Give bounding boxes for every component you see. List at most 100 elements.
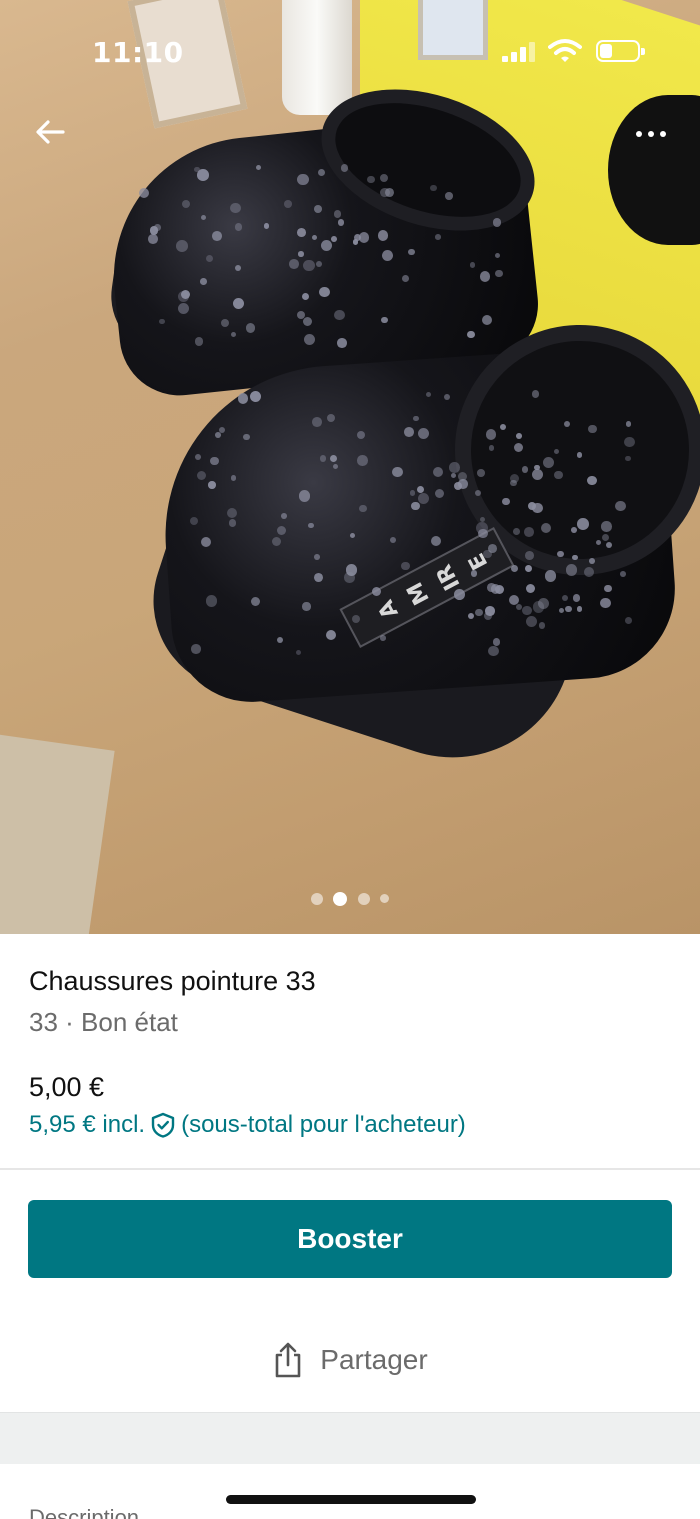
sequin	[620, 571, 626, 577]
sequin	[476, 521, 489, 534]
sequin	[316, 260, 323, 267]
sequin	[553, 448, 560, 454]
sequin	[425, 392, 431, 398]
sequin	[488, 645, 499, 657]
sequin	[297, 227, 306, 237]
gallery-dot	[380, 894, 390, 904]
booster-button[interactable]: Booster	[28, 1200, 672, 1278]
sequin	[538, 622, 546, 629]
sequin	[319, 455, 327, 462]
cellular-signal-icon	[502, 42, 536, 62]
sequin	[572, 554, 578, 561]
sequin	[194, 337, 203, 346]
sequin	[139, 187, 150, 198]
sequin	[479, 271, 491, 282]
sequin	[515, 433, 522, 440]
sequin	[625, 421, 632, 427]
sequin	[314, 572, 324, 582]
sequin	[289, 259, 299, 269]
sequin	[494, 252, 500, 258]
gallery-dot	[310, 892, 323, 905]
sequin	[601, 521, 612, 532]
product-photo[interactable]: AMIRE	[0, 0, 700, 934]
sequin	[246, 323, 256, 333]
sequin	[434, 234, 441, 240]
wifi-icon	[548, 38, 582, 64]
sequin	[194, 453, 201, 460]
sequin	[418, 493, 429, 504]
sequin	[521, 465, 529, 473]
battery-icon	[596, 40, 645, 62]
sequin	[401, 561, 410, 571]
sequin	[177, 302, 189, 315]
listing-price: 5,00 €	[29, 1072, 105, 1102]
sequin	[250, 390, 262, 402]
sequin	[434, 488, 444, 498]
sequin	[205, 594, 218, 607]
sequin	[430, 184, 437, 191]
sequin	[333, 210, 342, 218]
sequin	[337, 219, 344, 226]
listing-info: Chaussures pointure 33 33 · Bon état 5,0…	[0, 934, 700, 1170]
sequin	[531, 468, 543, 481]
sequin	[211, 230, 222, 241]
sequin	[314, 205, 323, 213]
sequin	[263, 223, 270, 229]
sequin	[148, 234, 158, 244]
sequin	[377, 230, 389, 241]
sequin	[159, 318, 165, 325]
sequin	[281, 513, 287, 519]
sequin	[358, 504, 367, 513]
sequin	[565, 605, 572, 613]
sequin	[509, 474, 519, 484]
status-bar: 11:10	[0, 0, 700, 100]
sequin	[191, 644, 201, 654]
sequin	[359, 232, 370, 243]
divider	[0, 1168, 700, 1170]
sequin	[411, 502, 420, 511]
sequin	[302, 602, 311, 611]
sequin	[449, 462, 460, 474]
sequin	[356, 430, 365, 440]
sequin	[190, 516, 199, 525]
sequin	[234, 223, 243, 231]
sequin	[200, 536, 211, 547]
buyer-note: (sous-total pour l'acheteur)	[181, 1111, 466, 1138]
more-options-button[interactable]	[620, 112, 682, 156]
sequin	[443, 393, 450, 400]
arrow-left-icon	[36, 120, 65, 144]
sequin	[408, 248, 415, 256]
sequin	[311, 234, 317, 240]
sequin	[367, 175, 375, 184]
share-label: Partager	[320, 1344, 428, 1375]
price-incl: 5,95 € incl.	[29, 1111, 146, 1138]
sequin	[333, 463, 339, 469]
sequin	[303, 259, 315, 271]
sequin	[453, 589, 465, 600]
share-button[interactable]: Partager	[0, 1318, 700, 1402]
sequin	[149, 226, 158, 235]
sequin	[200, 214, 206, 220]
sequin	[314, 553, 320, 560]
sequin	[587, 475, 597, 486]
sequin	[298, 490, 310, 502]
sequin	[577, 518, 589, 531]
sequin	[283, 200, 292, 208]
sequin	[572, 594, 581, 602]
buyer-protection-price[interactable]: 5,95 € incl. (sous-total pour l'acheteur…	[29, 1111, 466, 1139]
sequin	[588, 424, 597, 434]
sequin	[215, 431, 222, 438]
listing-subtitle: 33 · Bon état	[29, 1007, 178, 1037]
sequin	[492, 218, 502, 227]
sequin	[570, 527, 577, 533]
back-button[interactable]	[28, 110, 72, 154]
sequin	[557, 550, 564, 558]
sequin	[589, 558, 595, 565]
sequin	[525, 551, 534, 560]
sequin	[521, 605, 532, 616]
sequin	[614, 500, 626, 512]
sequin	[337, 338, 347, 348]
gallery-pagination	[0, 890, 700, 908]
gallery-dot-active	[333, 891, 348, 906]
sequin	[576, 606, 582, 612]
